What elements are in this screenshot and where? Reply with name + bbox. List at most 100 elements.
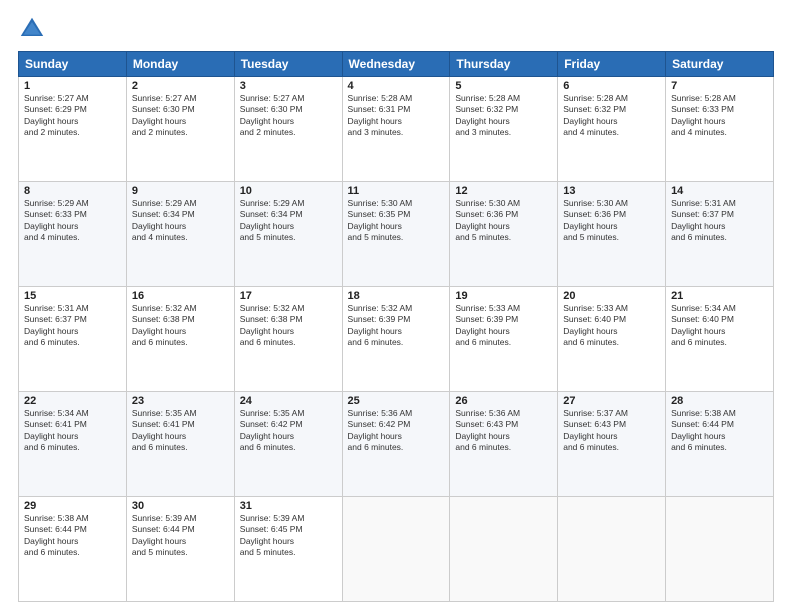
cell-content: Sunrise: 5:29 AMSunset: 6:33 PMDaylight … (24, 198, 121, 244)
day-number: 20 (563, 290, 660, 302)
day-number: 6 (563, 80, 660, 92)
calendar-cell: 6Sunrise: 5:28 AMSunset: 6:32 PMDaylight… (558, 77, 666, 182)
day-number: 14 (671, 185, 768, 197)
calendar-cell (558, 497, 666, 602)
cell-content: Sunrise: 5:35 AMSunset: 6:42 PMDaylight … (240, 408, 337, 454)
weekday-header-thursday: Thursday (450, 52, 558, 77)
day-number: 7 (671, 80, 768, 92)
day-number: 17 (240, 290, 337, 302)
cell-content: Sunrise: 5:36 AMSunset: 6:42 PMDaylight … (348, 408, 445, 454)
cell-content: Sunrise: 5:30 AMSunset: 6:36 PMDaylight … (563, 198, 660, 244)
calendar-cell (342, 497, 450, 602)
calendar-cell: 14Sunrise: 5:31 AMSunset: 6:37 PMDayligh… (666, 182, 774, 287)
calendar-cell: 10Sunrise: 5:29 AMSunset: 6:34 PMDayligh… (234, 182, 342, 287)
day-number: 2 (132, 80, 229, 92)
calendar-cell (666, 497, 774, 602)
cell-content: Sunrise: 5:31 AMSunset: 6:37 PMDaylight … (671, 198, 768, 244)
calendar-cell: 15Sunrise: 5:31 AMSunset: 6:37 PMDayligh… (19, 287, 127, 392)
calendar-cell (450, 497, 558, 602)
calendar-cell: 2Sunrise: 5:27 AMSunset: 6:30 PMDaylight… (126, 77, 234, 182)
day-number: 18 (348, 290, 445, 302)
cell-content: Sunrise: 5:34 AMSunset: 6:41 PMDaylight … (24, 408, 121, 454)
cell-content: Sunrise: 5:28 AMSunset: 6:31 PMDaylight … (348, 93, 445, 139)
cell-content: Sunrise: 5:29 AMSunset: 6:34 PMDaylight … (240, 198, 337, 244)
cell-content: Sunrise: 5:34 AMSunset: 6:40 PMDaylight … (671, 303, 768, 349)
calendar-cell: 11Sunrise: 5:30 AMSunset: 6:35 PMDayligh… (342, 182, 450, 287)
cell-content: Sunrise: 5:35 AMSunset: 6:41 PMDaylight … (132, 408, 229, 454)
cell-content: Sunrise: 5:30 AMSunset: 6:35 PMDaylight … (348, 198, 445, 244)
week-row-2: 8Sunrise: 5:29 AMSunset: 6:33 PMDaylight… (19, 182, 774, 287)
page: SundayMondayTuesdayWednesdayThursdayFrid… (0, 0, 792, 612)
calendar-cell: 21Sunrise: 5:34 AMSunset: 6:40 PMDayligh… (666, 287, 774, 392)
weekday-header-sunday: Sunday (19, 52, 127, 77)
calendar-cell: 30Sunrise: 5:39 AMSunset: 6:44 PMDayligh… (126, 497, 234, 602)
calendar-cell: 17Sunrise: 5:32 AMSunset: 6:38 PMDayligh… (234, 287, 342, 392)
day-number: 23 (132, 395, 229, 407)
cell-content: Sunrise: 5:29 AMSunset: 6:34 PMDaylight … (132, 198, 229, 244)
week-row-5: 29Sunrise: 5:38 AMSunset: 6:44 PMDayligh… (19, 497, 774, 602)
day-number: 3 (240, 80, 337, 92)
cell-content: Sunrise: 5:33 AMSunset: 6:39 PMDaylight … (455, 303, 552, 349)
calendar-cell: 29Sunrise: 5:38 AMSunset: 6:44 PMDayligh… (19, 497, 127, 602)
cell-content: Sunrise: 5:27 AMSunset: 6:30 PMDaylight … (240, 93, 337, 139)
day-number: 11 (348, 185, 445, 197)
day-number: 13 (563, 185, 660, 197)
day-number: 27 (563, 395, 660, 407)
cell-content: Sunrise: 5:32 AMSunset: 6:38 PMDaylight … (240, 303, 337, 349)
calendar-cell: 19Sunrise: 5:33 AMSunset: 6:39 PMDayligh… (450, 287, 558, 392)
weekday-header-wednesday: Wednesday (342, 52, 450, 77)
calendar-cell: 8Sunrise: 5:29 AMSunset: 6:33 PMDaylight… (19, 182, 127, 287)
calendar-cell: 16Sunrise: 5:32 AMSunset: 6:38 PMDayligh… (126, 287, 234, 392)
day-number: 24 (240, 395, 337, 407)
calendar-cell: 23Sunrise: 5:35 AMSunset: 6:41 PMDayligh… (126, 392, 234, 497)
calendar-cell: 24Sunrise: 5:35 AMSunset: 6:42 PMDayligh… (234, 392, 342, 497)
day-number: 4 (348, 80, 445, 92)
calendar-cell: 26Sunrise: 5:36 AMSunset: 6:43 PMDayligh… (450, 392, 558, 497)
day-number: 8 (24, 185, 121, 197)
cell-content: Sunrise: 5:33 AMSunset: 6:40 PMDaylight … (563, 303, 660, 349)
cell-content: Sunrise: 5:32 AMSunset: 6:39 PMDaylight … (348, 303, 445, 349)
weekday-header-row: SundayMondayTuesdayWednesdayThursdayFrid… (19, 52, 774, 77)
calendar-cell: 25Sunrise: 5:36 AMSunset: 6:42 PMDayligh… (342, 392, 450, 497)
weekday-header-friday: Friday (558, 52, 666, 77)
calendar-cell: 20Sunrise: 5:33 AMSunset: 6:40 PMDayligh… (558, 287, 666, 392)
calendar-cell: 27Sunrise: 5:37 AMSunset: 6:43 PMDayligh… (558, 392, 666, 497)
calendar-cell: 18Sunrise: 5:32 AMSunset: 6:39 PMDayligh… (342, 287, 450, 392)
calendar-cell: 31Sunrise: 5:39 AMSunset: 6:45 PMDayligh… (234, 497, 342, 602)
weekday-header-saturday: Saturday (666, 52, 774, 77)
calendar-cell: 22Sunrise: 5:34 AMSunset: 6:41 PMDayligh… (19, 392, 127, 497)
calendar-cell: 5Sunrise: 5:28 AMSunset: 6:32 PMDaylight… (450, 77, 558, 182)
cell-content: Sunrise: 5:28 AMSunset: 6:32 PMDaylight … (455, 93, 552, 139)
day-number: 12 (455, 185, 552, 197)
calendar-cell: 7Sunrise: 5:28 AMSunset: 6:33 PMDaylight… (666, 77, 774, 182)
day-number: 26 (455, 395, 552, 407)
day-number: 5 (455, 80, 552, 92)
cell-content: Sunrise: 5:37 AMSunset: 6:43 PMDaylight … (563, 408, 660, 454)
day-number: 29 (24, 500, 121, 512)
header (18, 15, 774, 43)
calendar-cell: 3Sunrise: 5:27 AMSunset: 6:30 PMDaylight… (234, 77, 342, 182)
day-number: 15 (24, 290, 121, 302)
day-number: 30 (132, 500, 229, 512)
cell-content: Sunrise: 5:28 AMSunset: 6:32 PMDaylight … (563, 93, 660, 139)
cell-content: Sunrise: 5:27 AMSunset: 6:30 PMDaylight … (132, 93, 229, 139)
day-number: 10 (240, 185, 337, 197)
cell-content: Sunrise: 5:27 AMSunset: 6:29 PMDaylight … (24, 93, 121, 139)
logo-icon (18, 15, 46, 43)
day-number: 9 (132, 185, 229, 197)
weekday-header-monday: Monday (126, 52, 234, 77)
day-number: 31 (240, 500, 337, 512)
cell-content: Sunrise: 5:31 AMSunset: 6:37 PMDaylight … (24, 303, 121, 349)
day-number: 28 (671, 395, 768, 407)
day-number: 25 (348, 395, 445, 407)
calendar-cell: 9Sunrise: 5:29 AMSunset: 6:34 PMDaylight… (126, 182, 234, 287)
week-row-1: 1Sunrise: 5:27 AMSunset: 6:29 PMDaylight… (19, 77, 774, 182)
cell-content: Sunrise: 5:30 AMSunset: 6:36 PMDaylight … (455, 198, 552, 244)
day-number: 21 (671, 290, 768, 302)
cell-content: Sunrise: 5:39 AMSunset: 6:45 PMDaylight … (240, 513, 337, 559)
calendar-cell: 12Sunrise: 5:30 AMSunset: 6:36 PMDayligh… (450, 182, 558, 287)
week-row-3: 15Sunrise: 5:31 AMSunset: 6:37 PMDayligh… (19, 287, 774, 392)
calendar-cell: 4Sunrise: 5:28 AMSunset: 6:31 PMDaylight… (342, 77, 450, 182)
calendar-cell: 28Sunrise: 5:38 AMSunset: 6:44 PMDayligh… (666, 392, 774, 497)
cell-content: Sunrise: 5:38 AMSunset: 6:44 PMDaylight … (24, 513, 121, 559)
